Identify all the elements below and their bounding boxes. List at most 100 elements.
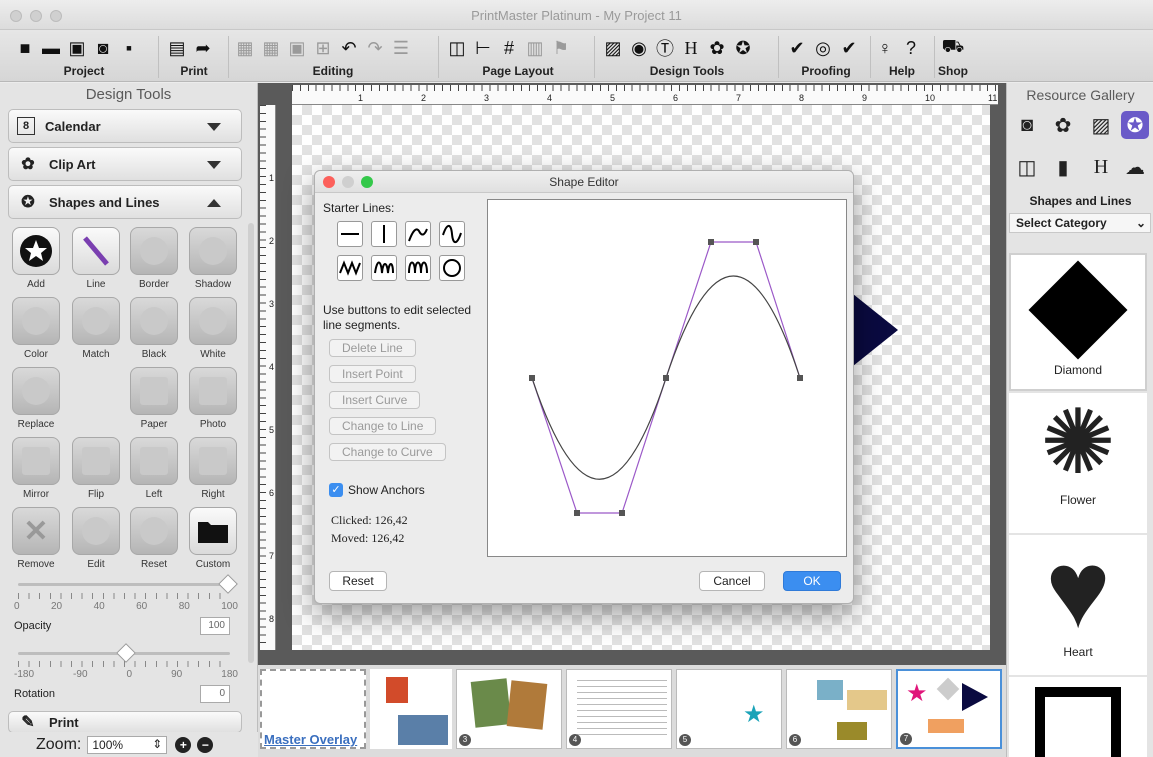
shape-item-flower[interactable]: ✺ Flower — [1009, 393, 1147, 533]
flag-icon[interactable]: ⚑ — [550, 37, 572, 59]
tool-line[interactable]: Line — [66, 227, 126, 297]
preview-icon[interactable]: ◎ — [812, 37, 834, 59]
save-icon[interactable]: ▣ — [66, 37, 88, 59]
panel-scrollbar[interactable] — [248, 223, 254, 663]
shape-item-diamond[interactable]: Diamond — [1009, 253, 1147, 391]
tool-mirror[interactable]: Mirror — [6, 437, 66, 507]
starter-sine-line[interactable] — [439, 221, 465, 247]
tool-left[interactable]: Left — [124, 437, 184, 507]
starter-circle-line[interactable] — [439, 255, 465, 281]
tool-white[interactable]: White — [183, 297, 243, 367]
section-calendar[interactable]: 8 Calendar — [8, 109, 242, 143]
cut-icon[interactable]: ▦ — [234, 37, 256, 59]
layers-icon[interactable]: ◫ — [446, 37, 468, 59]
share-icon[interactable]: ➦ — [192, 37, 214, 59]
save-as-icon[interactable]: ◙ — [92, 37, 114, 59]
camera-icon[interactable]: ◉ — [628, 37, 650, 59]
undo-icon[interactable]: ↶ — [338, 37, 360, 59]
book-icon[interactable]: ▮ — [1049, 153, 1077, 181]
tips-icon[interactable]: ♀ — [874, 37, 896, 59]
starter-wave-line[interactable] — [371, 255, 397, 281]
redo-icon[interactable]: ↷ — [364, 37, 386, 59]
master-overlay-link[interactable]: Master Overlay — [264, 732, 357, 747]
page-thumb-5[interactable]: ★ 5 — [676, 669, 782, 749]
starter-arc-line[interactable] — [405, 221, 431, 247]
show-anchors-checkbox[interactable]: ✓ — [329, 483, 343, 497]
cart-icon[interactable]: ⛟ — [942, 36, 965, 59]
starter-vertical-line[interactable] — [371, 221, 397, 247]
master-overlay-frame[interactable]: Master Overlay — [260, 669, 366, 749]
rotation-input[interactable]: 0 — [200, 685, 230, 703]
paste-icon[interactable]: ▣ — [286, 37, 308, 59]
starter-horizontal-line[interactable] — [337, 221, 363, 247]
tool-photo[interactable]: Photo — [183, 367, 243, 437]
tool-right[interactable]: Right — [183, 437, 243, 507]
opacity-slider[interactable] — [18, 583, 230, 586]
reset-button[interactable]: Reset — [329, 571, 387, 591]
shapes-icon[interactable]: ✪ — [1121, 111, 1149, 139]
headline-icon[interactable]: H — [680, 37, 702, 59]
ok-button[interactable]: OK — [783, 571, 841, 591]
copy-icon[interactable]: ▦ — [260, 37, 282, 59]
picture-icon[interactable]: ▨ — [602, 37, 624, 59]
text-layout-icon[interactable]: ⊢ — [472, 37, 494, 59]
headline-icon[interactable]: H — [1087, 153, 1115, 181]
page-thumb-6[interactable]: 6 — [786, 669, 892, 749]
tool-match[interactable]: Match — [66, 297, 126, 367]
rotation-slider-thumb[interactable] — [116, 643, 136, 663]
tool-border[interactable]: Border — [124, 227, 184, 297]
help-icon[interactable]: ? — [900, 37, 922, 59]
category-select[interactable]: Select Category ⌄ — [1009, 213, 1151, 233]
tool-replace[interactable]: Replace — [6, 367, 66, 437]
change-to-line-button[interactable]: Change to Line — [329, 417, 437, 435]
tool-remove[interactable]: ✕ Remove — [6, 507, 66, 577]
tool-black[interactable]: Black — [124, 297, 184, 367]
cloud-icon[interactable]: ☁ — [1121, 153, 1149, 181]
triangle-shape[interactable] — [848, 290, 902, 370]
tool-paper[interactable]: Paper — [124, 367, 184, 437]
page-thumb-2[interactable] — [370, 669, 452, 749]
tool-add[interactable]: Add — [6, 227, 66, 297]
duplicate-icon[interactable]: ⊞ — [312, 37, 334, 59]
tool-flip[interactable]: Flip — [66, 437, 126, 507]
text-art-icon[interactable]: Ⓣ — [654, 37, 676, 59]
page-thumb-4[interactable]: 4 — [566, 669, 672, 749]
page-thumb-3[interactable]: 3 — [456, 669, 562, 749]
opacity-input[interactable]: 100 — [200, 617, 230, 635]
layers-icon[interactable]: ◫ — [1013, 153, 1041, 181]
zoom-in-button[interactable]: + — [175, 736, 192, 753]
tool-reset[interactable]: Reset — [124, 507, 184, 577]
curve-editor-canvas[interactable] — [488, 200, 848, 558]
clip-art-icon[interactable]: ✿ — [706, 37, 728, 59]
shapes-icon[interactable]: ✪ — [732, 37, 754, 59]
delete-line-button[interactable]: Delete Line — [329, 339, 416, 357]
insert-curve-button[interactable]: Insert Curve — [329, 391, 421, 409]
align-icon[interactable]: ▥ — [524, 37, 546, 59]
starter-zigzag-line[interactable] — [337, 255, 363, 281]
change-to-curve-button[interactable]: Change to Curve — [329, 443, 446, 461]
flower-icon[interactable]: ✿ — [1049, 111, 1077, 139]
section-shapes-lines[interactable]: ✪ Shapes and Lines — [8, 185, 242, 219]
dialog-window-controls[interactable] — [323, 176, 373, 188]
list-icon[interactable]: ☰ — [390, 37, 412, 59]
tool-color[interactable]: Color — [6, 297, 66, 367]
printer-icon[interactable]: ▤ — [166, 37, 188, 59]
tool-edit[interactable]: Edit — [66, 507, 126, 577]
cancel-button[interactable]: Cancel — [699, 571, 765, 591]
section-clip-art[interactable]: ✿ Clip Art — [8, 147, 242, 181]
shape-item-heart[interactable]: ♥ Heart — [1009, 535, 1147, 675]
shape-drawing-area[interactable] — [487, 199, 847, 557]
tool-custom[interactable]: Custom — [183, 507, 243, 577]
shape-item-frame[interactable] — [1009, 677, 1147, 757]
picture-icon[interactable]: ▨ — [1087, 111, 1115, 139]
section-print[interactable]: ✎ Print — [8, 711, 242, 733]
zoom-out-button[interactable]: − — [197, 736, 214, 753]
starter-loop-line[interactable] — [405, 255, 431, 281]
insert-point-button[interactable]: Insert Point — [329, 365, 416, 383]
camera-icon[interactable]: ◙ — [1013, 111, 1041, 139]
grammar-icon[interactable]: ✔ — [838, 37, 860, 59]
new-icon[interactable]: ■ — [14, 37, 36, 59]
opacity-slider-thumb[interactable] — [218, 574, 238, 594]
open-icon[interactable]: ▬ — [40, 37, 62, 59]
spell-check-icon[interactable]: ✔ — [786, 37, 808, 59]
